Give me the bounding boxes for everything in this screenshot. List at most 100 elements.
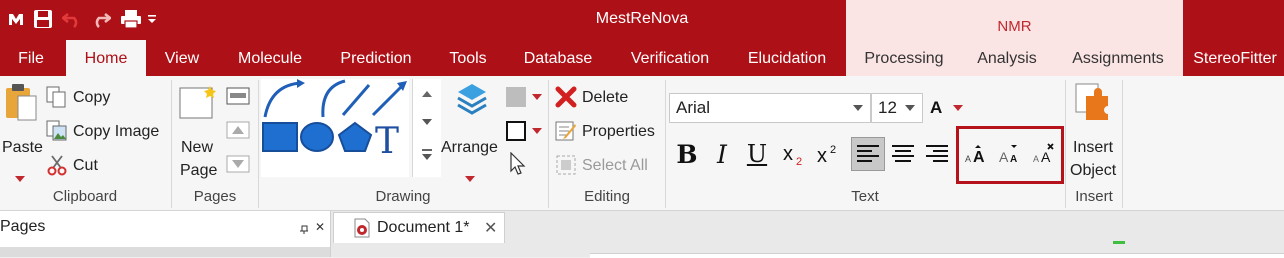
gallery-up-icon[interactable] <box>422 91 432 97</box>
svg-text:A: A <box>1041 149 1051 165</box>
insert-object-label-2[interactable]: Object <box>1070 162 1116 180</box>
tab-home[interactable]: Home <box>66 40 146 76</box>
close-pane-icon[interactable]: ✕ <box>315 220 325 234</box>
close-document-icon[interactable]: ✕ <box>484 218 497 238</box>
arrange-icon[interactable] <box>455 82 489 120</box>
svg-text:A: A <box>1033 154 1039 164</box>
paste-icon[interactable] <box>4 82 38 122</box>
shapes-gallery[interactable]: T <box>261 79 409 177</box>
italic-button[interactable]: I <box>708 138 736 170</box>
separator <box>1122 80 1123 208</box>
tab-elucidation[interactable]: Elucidation <box>734 40 840 76</box>
title-page-icon[interactable] <box>226 86 250 106</box>
underline-button[interactable]: U <box>742 138 772 170</box>
font-family-dropdown-icon[interactable] <box>853 105 863 111</box>
copy-image-icon[interactable] <box>46 120 68 142</box>
pages-group-label: Pages <box>193 188 237 205</box>
select-pointer-icon[interactable] <box>508 151 528 176</box>
new-page-label-1[interactable]: New <box>181 139 213 157</box>
bold-button[interactable]: B <box>672 138 702 170</box>
line-color-icon[interactable] <box>506 121 526 141</box>
fill-color-icon[interactable] <box>506 87 526 107</box>
paste-button[interactable]: Paste <box>2 139 43 157</box>
select-all-icon <box>555 154 577 176</box>
gallery-down-icon[interactable] <box>422 119 432 125</box>
delete-button[interactable]: Delete <box>582 89 628 107</box>
svg-text:2: 2 <box>796 156 802 166</box>
paste-dropdown-icon[interactable] <box>15 176 25 182</box>
font-color-icon[interactable]: A <box>930 98 942 118</box>
font-family-value: Arial <box>676 98 711 117</box>
tab-verification[interactable]: Verification <box>614 40 726 76</box>
tab-view[interactable]: View <box>150 40 214 76</box>
properties-icon[interactable] <box>555 120 577 142</box>
align-right-button[interactable] <box>921 138 953 170</box>
tab-prediction[interactable]: Prediction <box>326 40 426 76</box>
copy-icon[interactable] <box>46 86 68 108</box>
gallery-more-caret <box>422 154 432 160</box>
increase-font-size-icon[interactable]: AA <box>962 138 992 170</box>
gallery-more-icon[interactable] <box>422 149 432 151</box>
drawing-group-label: Drawing <box>375 188 431 205</box>
move-page-down-icon[interactable] <box>226 154 250 174</box>
tab-analysis[interactable]: Analysis <box>964 40 1050 76</box>
fill-color-dropdown-icon[interactable] <box>532 94 542 100</box>
status-indicator <box>1113 241 1125 244</box>
tab-assignments[interactable]: Assignments <box>1058 40 1178 76</box>
app-logo[interactable] <box>6 6 26 32</box>
tab-processing[interactable]: Processing <box>852 40 956 76</box>
line-color-dropdown-icon[interactable] <box>532 128 542 134</box>
pages-pane-title: Pages <box>0 218 46 235</box>
decrease-font-size-icon[interactable]: AA <box>996 138 1026 170</box>
cut-button[interactable]: Cut <box>73 157 98 175</box>
svg-text:2: 2 <box>830 144 836 156</box>
delete-icon[interactable] <box>555 86 577 108</box>
svg-text:A: A <box>1010 154 1017 165</box>
font-size-dropdown-icon[interactable] <box>905 105 915 111</box>
redo-icon[interactable] <box>89 6 113 32</box>
font-size-select[interactable]: 12 <box>871 93 923 123</box>
arrange-button[interactable]: Arrange <box>441 139 498 157</box>
align-center-button[interactable] <box>887 138 919 170</box>
clipboard-group-label: Clipboard <box>52 188 118 205</box>
new-page-label-2[interactable]: Page <box>180 162 217 180</box>
insert-object-label-1[interactable]: Insert <box>1073 139 1113 157</box>
font-family-select[interactable]: Arial <box>669 93 871 123</box>
cut-icon[interactable] <box>46 154 68 176</box>
select-all-button: Select All <box>582 157 648 174</box>
font-color-dropdown-icon[interactable] <box>953 105 963 111</box>
copy-button[interactable]: Copy <box>73 89 110 107</box>
tab-molecule[interactable]: Molecule <box>222 40 318 76</box>
gallery-scroll[interactable] <box>412 79 441 177</box>
insert-group-label: Insert <box>1075 188 1113 205</box>
reset-font-size-icon[interactable]: AA <box>1030 138 1060 170</box>
svg-text:x: x <box>817 145 827 166</box>
document-icon <box>352 218 372 238</box>
tab-stereofitter[interactable]: StereoFitter <box>1186 40 1284 76</box>
align-left-button[interactable] <box>851 137 885 171</box>
svg-text:A: A <box>965 154 971 164</box>
copy-image-button[interactable]: Copy Image <box>73 123 159 141</box>
new-page-icon[interactable] <box>178 84 218 120</box>
pages-pane-content <box>0 247 330 257</box>
subscript-button[interactable]: x2 <box>780 138 810 170</box>
pin-icon[interactable] <box>299 222 309 234</box>
tab-file[interactable]: File <box>0 40 62 76</box>
undo-icon[interactable] <box>60 6 84 32</box>
move-page-up-icon[interactable] <box>226 120 250 140</box>
document-tab[interactable]: Document 1* ✕ <box>333 212 505 243</box>
svg-text:A: A <box>973 149 985 165</box>
superscript-button[interactable]: x2 <box>814 138 844 170</box>
tab-tools[interactable]: Tools <box>434 40 502 76</box>
svg-text:A: A <box>999 149 1009 165</box>
properties-button[interactable]: Properties <box>582 123 655 141</box>
customize-qat-icon[interactable] <box>145 6 159 32</box>
tab-database[interactable]: Database <box>510 40 606 76</box>
font-size-value: 12 <box>878 98 897 117</box>
save-icon[interactable] <box>31 6 55 32</box>
print-icon[interactable] <box>118 6 144 32</box>
arrange-dropdown-icon[interactable] <box>465 176 475 182</box>
insert-object-icon[interactable] <box>1074 82 1110 122</box>
document-canvas <box>590 253 1284 258</box>
document-tab-title: Document 1* <box>377 219 470 236</box>
